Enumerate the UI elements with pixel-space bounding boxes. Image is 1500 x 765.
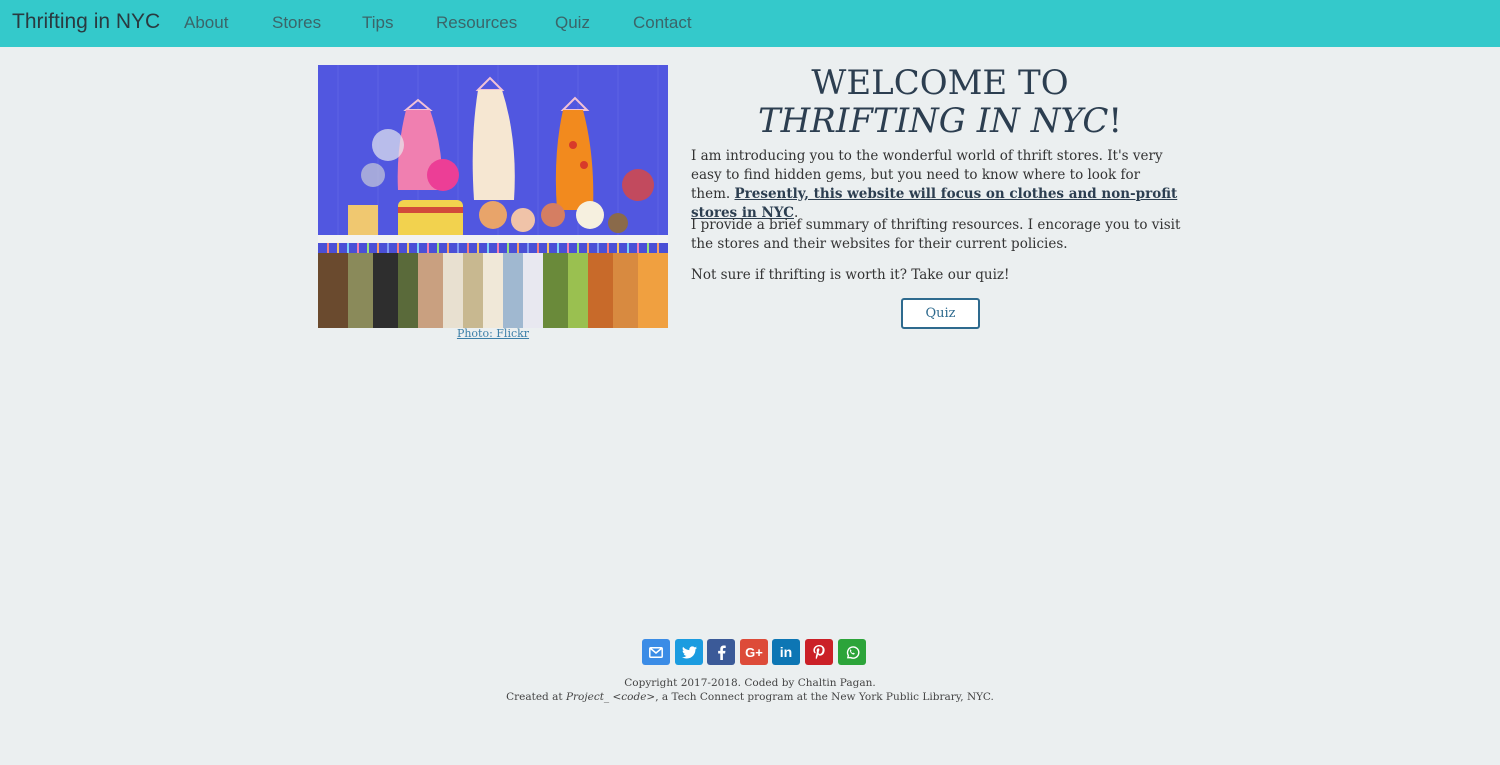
whatsapp-icon[interactable] [838,639,866,665]
footer-created-prefix: Created at [506,691,566,703]
email-icon[interactable] [642,639,670,665]
intro-paragraph: I am introducing you to the wonderful wo… [691,147,1183,223]
footer-created: Created at Project_ <code>, a Tech Conne… [0,691,1500,703]
welcome-line1: WELCOME TO [811,63,1069,103]
nav-link-contact[interactable]: Contact [633,13,692,33]
nav-link-resources[interactable]: Resources [436,13,517,33]
quiz-button[interactable]: Quiz [901,298,980,329]
google-plus-icon[interactable]: G+ [740,639,768,665]
thrift-store-photo [318,65,668,328]
welcome-exclaim: ! [1108,101,1123,141]
footer-created-suffix: , a Tech Connect program at the New York… [655,691,994,703]
welcome-heading: WELCOME TO THRIFTING IN NYC! [691,64,1189,140]
welcome-line2: THRIFTING IN NYC [757,101,1109,141]
quiz-prompt: Not sure if thrifting is worth it? Take … [691,267,1010,283]
pinterest-icon[interactable] [805,639,833,665]
nav-link-quiz[interactable]: Quiz [555,13,590,33]
footer-copyright: Copyright 2017-2018. Coded by Chaltin Pa… [624,677,876,689]
top-navbar: Thrifting in NYC About Stores Tips Resou… [0,0,1500,47]
nav-link-about[interactable]: About [184,13,228,33]
photo-caption: Photo: Flickr [318,327,668,340]
footer-project-name: Project_ <code> [565,691,656,703]
twitter-icon[interactable] [675,639,703,665]
linkedin-icon[interactable]: in [772,639,800,665]
brand-link[interactable]: Thrifting in NYC [12,10,160,34]
nav-link-tips[interactable]: Tips [362,13,394,33]
resources-paragraph: I provide a brief summary of thrifting r… [691,217,1181,252]
facebook-icon[interactable] [707,639,735,665]
nav-link-stores[interactable]: Stores [272,13,321,33]
photo-credit-link[interactable]: Photo: Flickr [457,327,529,340]
